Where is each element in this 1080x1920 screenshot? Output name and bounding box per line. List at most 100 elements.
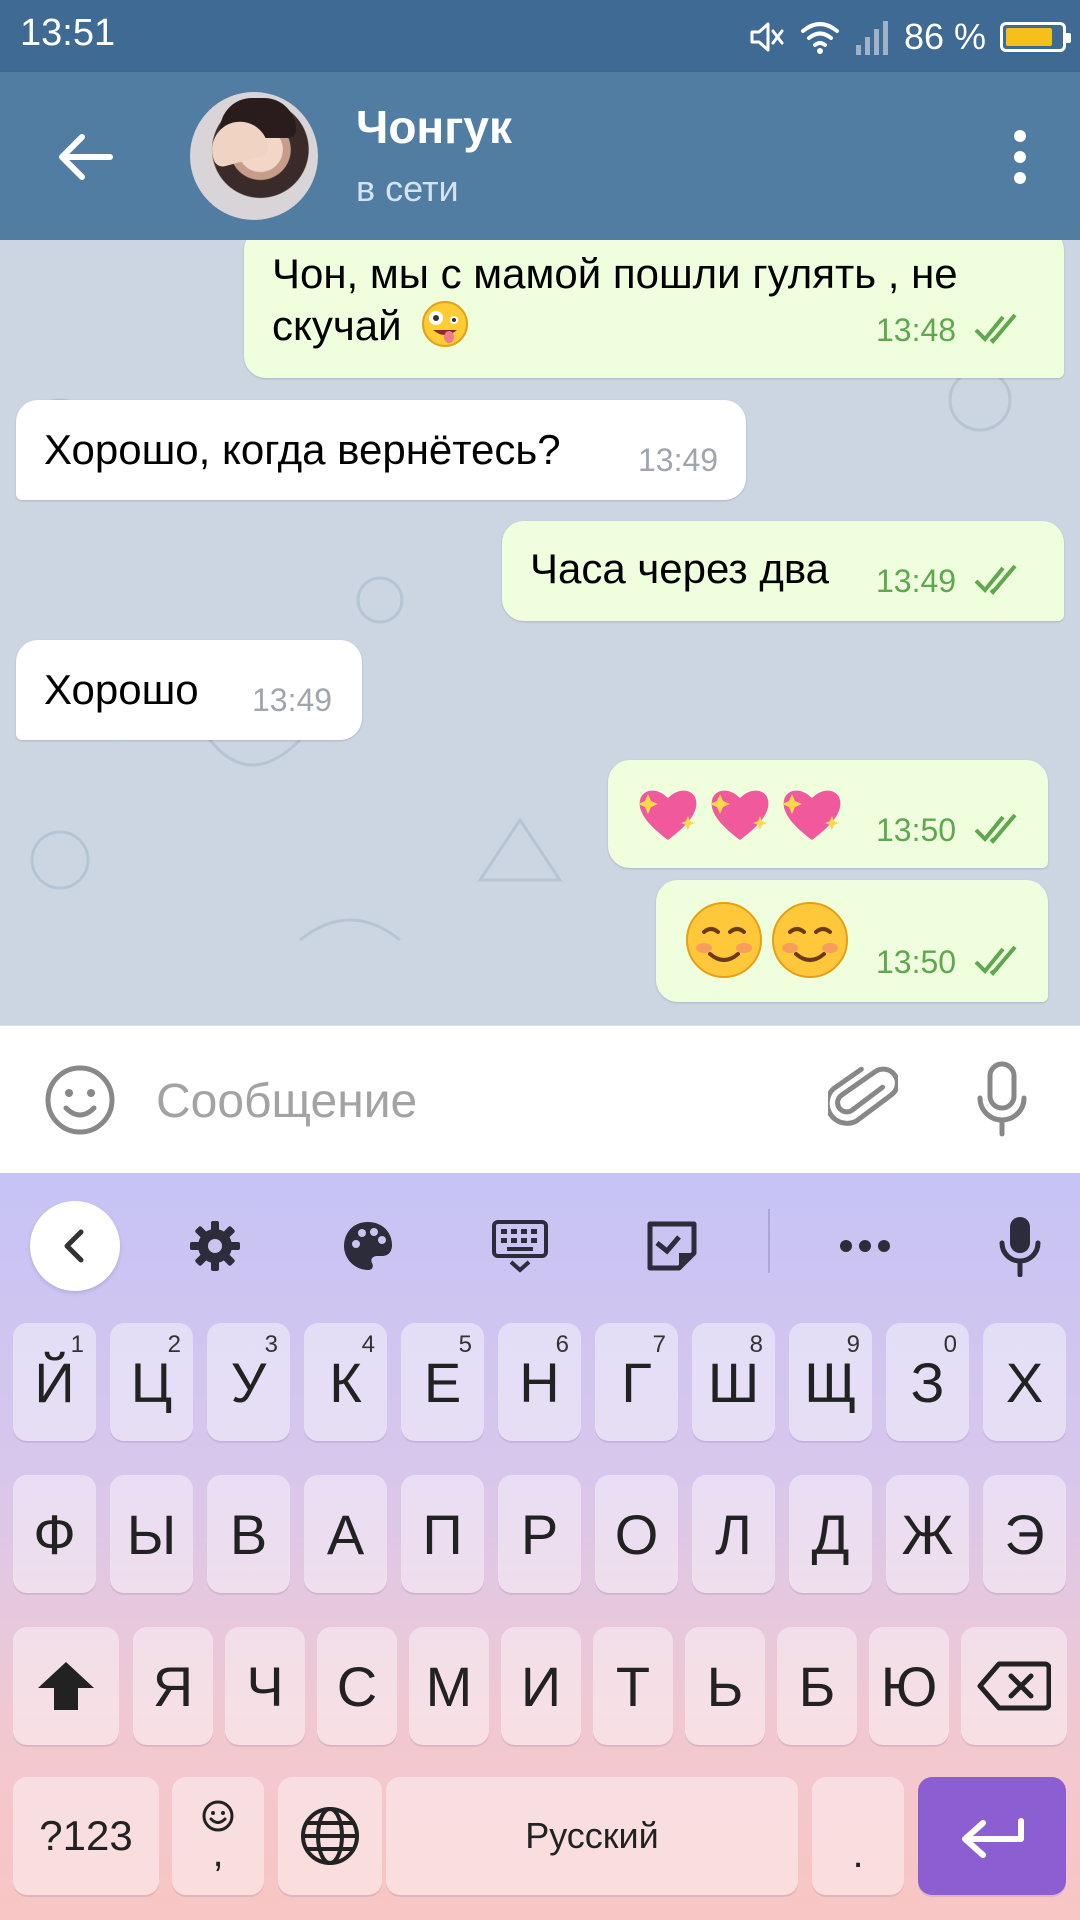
- keyboard-back-button[interactable]: [30, 1201, 120, 1291]
- key[interactable]: Б: [777, 1627, 857, 1745]
- period-key[interactable]: .: [812, 1777, 904, 1895]
- contact-name[interactable]: Чонгук: [356, 100, 512, 154]
- key-hint: 1: [70, 1331, 84, 1358]
- keyboard-theme-button[interactable]: [323, 1201, 413, 1291]
- key[interactable]: Щ9: [789, 1323, 872, 1441]
- key[interactable]: Р: [498, 1475, 581, 1593]
- key[interactable]: Л: [692, 1475, 775, 1593]
- read-checkmarks-icon: [974, 814, 1017, 844]
- key[interactable]: Ц2: [110, 1323, 193, 1441]
- key-label: П: [422, 1502, 463, 1566]
- avatar[interactable]: [190, 92, 318, 220]
- shift-icon: [38, 1662, 94, 1710]
- backspace-key[interactable]: [961, 1627, 1067, 1745]
- voice-record-button[interactable]: [972, 1060, 1032, 1140]
- key[interactable]: Г7: [595, 1323, 678, 1441]
- key-hint: 3: [264, 1331, 278, 1358]
- key-label: Ж: [901, 1502, 954, 1566]
- keyboard-layout-button[interactable]: [475, 1201, 565, 1291]
- key[interactable]: Х: [983, 1323, 1066, 1441]
- message-text: Хорошо: [44, 666, 199, 713]
- space-key[interactable]: Русский: [386, 1777, 798, 1895]
- symbols-key[interactable]: ?123: [13, 1777, 159, 1895]
- message-text: Хорошо, когда вернётесь?: [44, 426, 561, 473]
- key[interactable]: Е5: [401, 1323, 484, 1441]
- message-bubble-outgoing[interactable]: Часа через два 13:49: [502, 521, 1064, 621]
- key[interactable]: З0: [886, 1323, 969, 1441]
- attach-button[interactable]: [824, 1062, 900, 1138]
- key[interactable]: Ь: [685, 1627, 765, 1745]
- key[interactable]: Ы: [110, 1475, 193, 1593]
- key-label: Г: [621, 1350, 652, 1414]
- emoji-icon: [45, 1065, 115, 1135]
- key-label: Ь: [706, 1654, 744, 1718]
- message-bubble-outgoing[interactable]: 13:50: [656, 880, 1048, 1002]
- message-input[interactable]: [156, 1066, 776, 1136]
- emoji-button[interactable]: [44, 1064, 116, 1136]
- chat-area[interactable]: Чон, мы с мамой пошли гулять , не скучай…: [0, 240, 1080, 1025]
- language-key[interactable]: [278, 1777, 382, 1895]
- more-vertical-icon[interactable]: [1008, 122, 1032, 192]
- mute-icon: [750, 22, 784, 52]
- key[interactable]: И: [501, 1627, 581, 1745]
- backspace-icon: [977, 1661, 1051, 1711]
- key-label: К: [329, 1350, 362, 1414]
- back-button[interactable]: [50, 122, 120, 192]
- key[interactable]: Ю: [869, 1627, 949, 1745]
- message-bubble-incoming[interactable]: Хорошо, когда вернётесь? 13:49: [16, 400, 746, 500]
- keyboard-more-button[interactable]: [820, 1201, 910, 1291]
- keyboard-voice-button[interactable]: [975, 1201, 1065, 1291]
- key[interactable]: Д: [789, 1475, 872, 1593]
- keyboard-toolbar: [0, 1173, 1080, 1303]
- key[interactable]: К4: [304, 1323, 387, 1441]
- key-label: Й: [34, 1350, 75, 1414]
- key-hint: 8: [749, 1331, 763, 1358]
- message-bubble-incoming[interactable]: Хорошо 13:49: [16, 640, 362, 740]
- key-label: Ц: [130, 1350, 173, 1414]
- sparkling-heart-emoji: [638, 790, 697, 840]
- key-label: Ч: [246, 1654, 284, 1718]
- keyboard-sticker-button[interactable]: [627, 1201, 717, 1291]
- keyboard-settings-button[interactable]: [170, 1201, 260, 1291]
- key[interactable]: Т: [593, 1627, 673, 1745]
- key-label: О: [614, 1502, 659, 1566]
- message-bubble-outgoing[interactable]: Чон, мы с мамой пошли гулять , не скучай…: [244, 240, 1064, 378]
- key[interactable]: О: [595, 1475, 678, 1593]
- key[interactable]: Э: [983, 1475, 1066, 1593]
- smiling-face-emoji: [686, 902, 762, 978]
- chevron-left-icon: [64, 1229, 84, 1263]
- key[interactable]: Ж: [886, 1475, 969, 1593]
- key[interactable]: М: [409, 1627, 489, 1745]
- key-label: Р: [520, 1502, 559, 1566]
- key[interactable]: У3: [207, 1323, 290, 1441]
- battery-level: [1006, 28, 1053, 46]
- enter-key[interactable]: [918, 1777, 1066, 1895]
- key-label: Ф: [33, 1502, 76, 1566]
- key-label: Д: [811, 1502, 850, 1566]
- key-hint: 2: [167, 1331, 181, 1358]
- key[interactable]: П: [401, 1475, 484, 1593]
- key[interactable]: В: [207, 1475, 290, 1593]
- sticker-icon: [647, 1221, 697, 1271]
- message-time: 13:49: [252, 682, 333, 718]
- message-bubble-outgoing[interactable]: 13:50: [608, 760, 1048, 868]
- key[interactable]: Н6: [498, 1323, 581, 1441]
- microphone-icon: [999, 1217, 1041, 1277]
- key[interactable]: А: [304, 1475, 387, 1593]
- key[interactable]: Ч: [225, 1627, 305, 1745]
- sparkling-hearts: [634, 782, 846, 846]
- status-icons: 86 %: [746, 12, 1071, 62]
- key[interactable]: Ф: [13, 1475, 96, 1593]
- key-label: Щ: [804, 1350, 857, 1414]
- shift-key[interactable]: [13, 1627, 119, 1745]
- enter-icon: [962, 1818, 1024, 1858]
- signal-icon: [855, 21, 888, 55]
- chat-header: Чонгук в сети: [0, 72, 1080, 240]
- key[interactable]: С: [317, 1627, 397, 1745]
- emoji-comma-key[interactable]: ,: [172, 1777, 264, 1895]
- key-label: Ю: [880, 1654, 938, 1718]
- key[interactable]: Я: [133, 1627, 213, 1745]
- key[interactable]: Ш8: [692, 1323, 775, 1441]
- key-label: Н: [519, 1350, 560, 1414]
- key[interactable]: Й1: [13, 1323, 96, 1441]
